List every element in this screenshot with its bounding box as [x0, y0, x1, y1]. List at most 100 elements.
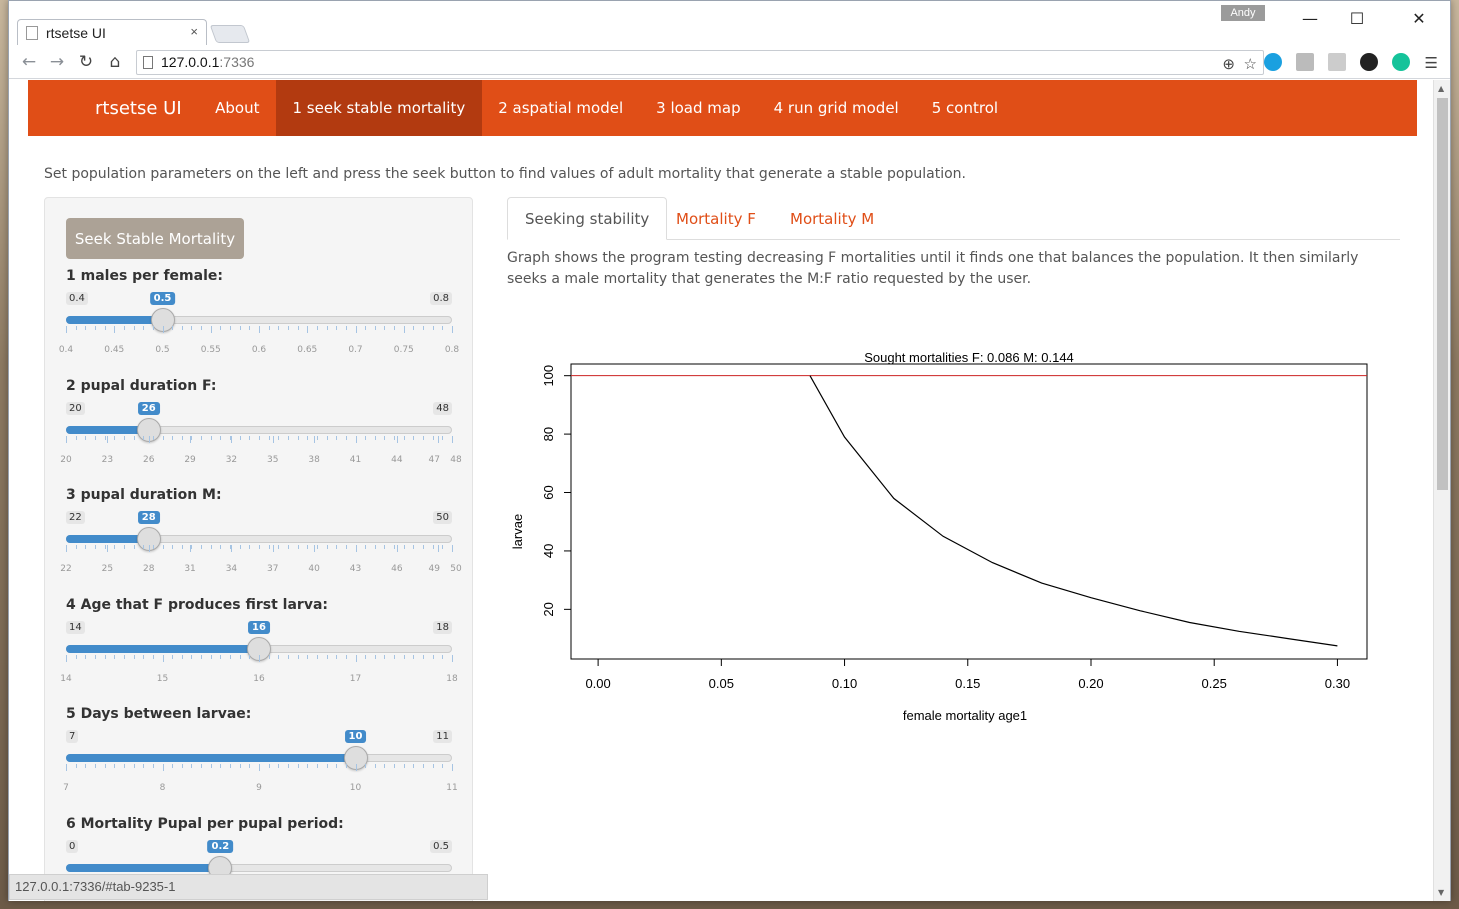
slider-tick-label: 40: [308, 564, 320, 575]
slider-value-label: 10: [344, 730, 367, 744]
slider-minor-tick: [152, 435, 154, 440]
slider-major-tick: [162, 326, 164, 333]
nav-run-grid-model[interactable]: 4 run grid model: [757, 80, 915, 136]
close-window-icon[interactable]: ✕: [1404, 9, 1434, 28]
grammarly-extension-icon[interactable]: [1392, 53, 1410, 71]
address-bar[interactable]: 127.0.0.1:7336 ⊕ ☆: [136, 50, 1264, 75]
slider-minor-tick: [297, 435, 299, 440]
bookmark-star-icon[interactable]: ☆: [1244, 53, 1257, 76]
slider-minor-tick: [394, 435, 396, 440]
intro-text: Set population parameters on the left an…: [44, 166, 966, 182]
slider-major-tick: [452, 435, 453, 443]
slider-minor-tick: [316, 654, 318, 659]
slider-minor-tick: [104, 435, 106, 440]
parameter-sidebar: Seek Stable Mortality 1 males per female…: [44, 197, 473, 901]
slider-minor-tick: [326, 654, 328, 659]
nav-aspatial-model[interactable]: 2 aspatial model: [482, 80, 640, 136]
scroll-up-icon[interactable]: ▲: [1438, 84, 1444, 93]
slider-minor-tick: [374, 435, 376, 440]
color-extension-icon[interactable]: [1360, 53, 1378, 71]
maximize-icon[interactable]: ☐: [1342, 9, 1372, 28]
page-scrollbar[interactable]: ▲ ▼: [1433, 80, 1450, 901]
slider-major-tick: [107, 435, 109, 443]
slider-minor-tick: [239, 435, 241, 440]
tab-mortality-m[interactable]: Mortality M: [773, 197, 891, 240]
slider-minor-tick: [94, 654, 96, 659]
nav-load-map[interactable]: 3 load map: [640, 80, 757, 136]
slider-minor-tick: [287, 764, 289, 769]
y-tick-label: 40: [541, 544, 556, 558]
slider-3[interactable]: 3 pupal duration M: 22 50 28 22 25 28 31 34 37 40 4…: [60, 487, 461, 587]
slider-minor-tick: [423, 654, 425, 659]
slider-minor-tick: [403, 435, 405, 440]
slider-minor-tick: [249, 764, 251, 769]
nav-control[interactable]: 5 control: [915, 80, 1014, 136]
slider-1[interactable]: 1 males per female: 0.4 0.8 0.5 0.4 0.45 0.5 0.…: [59, 268, 459, 368]
slider-tick-label: 29: [184, 454, 196, 465]
y-axis-label: larvae: [510, 514, 525, 549]
nav-seek-stable-mortality[interactable]: 1 seek stable mortality: [275, 80, 482, 136]
slider-minor-tick: [220, 326, 222, 330]
minimize-icon[interactable]: —: [1295, 9, 1325, 28]
slider-value-label: 0.2: [207, 840, 234, 853]
slider-tick-label: 32: [225, 454, 238, 465]
skype-extension-icon[interactable]: [1264, 53, 1282, 71]
reload-icon[interactable]: ↻: [76, 52, 96, 72]
browser-menu-icon[interactable]: ☰: [1425, 54, 1438, 72]
dropbox-extension-icon[interactable]: [1328, 53, 1346, 71]
tab-seeking-stability[interactable]: Seeking stability: [507, 197, 668, 240]
nav-about[interactable]: About: [199, 80, 276, 136]
slider-major-tick: [355, 545, 357, 553]
page-icon: [26, 25, 38, 40]
slider-label: 3 pupal duration M:: [66, 487, 222, 504]
slider-major-tick: [355, 764, 357, 772]
x-axis-label: female mortality age1: [903, 708, 1027, 723]
scroll-down-icon[interactable]: ▼: [1438, 888, 1444, 897]
profile-badge[interactable]: Andy: [1221, 5, 1265, 21]
slider-minor-tick: [384, 435, 386, 440]
slider-minor-tick: [345, 545, 347, 550]
slider-minor-tick: [123, 435, 125, 440]
slider-minor-tick: [336, 654, 338, 659]
slider-minor-tick: [172, 326, 174, 330]
zoom-icon[interactable]: ⊕: [1222, 53, 1235, 76]
slider-tick-label: 0.8: [444, 345, 460, 355]
slider-minor-tick: [326, 326, 328, 330]
scrollbar-thumb[interactable]: [1437, 98, 1448, 490]
slider-minor-tick: [316, 764, 318, 769]
slider-minor-tick: [181, 764, 183, 769]
browser-tab[interactable]: rtsetse UI ×: [17, 19, 207, 45]
graph-description: Graph shows the program testing decreasi…: [507, 250, 1359, 287]
stability-chart: Sought mortalities F: 0.086 M: 0.144 0.00…: [510, 350, 1368, 723]
slider-major-tick: [396, 545, 398, 553]
slider-minor-tick: [403, 764, 405, 769]
seek-stable-mortality-button[interactable]: Seek Stable Mortality: [66, 218, 244, 259]
slider-tick-label: 44: [391, 454, 403, 465]
slider-minor-tick: [104, 764, 106, 769]
slider-minor-tick: [191, 545, 193, 550]
slider-minor-tick: [114, 435, 116, 440]
slider-4[interactable]: 4 Age that F produces first larva: 14 18 16…: [60, 597, 457, 697]
slider-major-tick: [452, 764, 453, 772]
y-tick-label: 80: [541, 427, 556, 441]
slider-minor-tick: [210, 654, 212, 659]
slider-tick-label: 0.45: [104, 345, 125, 355]
slider-label: 5 Days between larvae:: [66, 706, 252, 723]
slider-ticks: 7 8 9 10 11: [63, 764, 458, 793]
back-icon[interactable]: ←: [19, 52, 39, 72]
slider-minor-tick: [220, 764, 222, 769]
new-tab-button[interactable]: [209, 25, 251, 43]
home-icon[interactable]: ⌂: [105, 52, 125, 72]
close-tab-icon[interactable]: ×: [190, 24, 198, 39]
slider-2[interactable]: 2 pupal duration F: 20 48 26 20 23 26 29 32 35 38 4…: [60, 378, 461, 478]
slider-5[interactable]: 5 Days between larvae: 7 11 10 7 8 9 10 11: [63, 706, 458, 806]
slider-minor-tick: [287, 435, 289, 440]
slider-minor-tick: [423, 545, 425, 550]
tab-mortality-f[interactable]: Mortality F: [659, 197, 773, 240]
slider-minor-tick: [201, 545, 203, 550]
app-brand[interactable]: rtsetse UI: [28, 80, 199, 136]
slider-minor-tick: [94, 326, 96, 330]
image-extension-icon[interactable]: [1296, 53, 1314, 71]
slider-minor-tick: [191, 654, 193, 659]
forward-icon[interactable]: →: [47, 52, 67, 72]
